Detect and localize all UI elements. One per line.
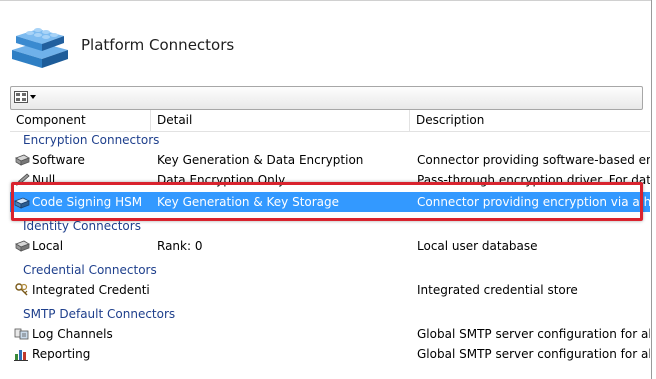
detail-cell: Key Generation & Data Encryption [157,153,364,167]
page-header: Platform Connectors [0,0,651,80]
component-cell: Local [14,236,150,256]
connectors-list: Component Detail Description Encryption … [10,110,650,379]
bar-chart-icon [14,347,30,361]
list-item-local[interactable]: Local Rank: 0 Local user database [10,236,650,256]
selection-highlight-box [11,182,643,221]
list-toolbar [10,86,643,110]
group-header-encryption: Encryption Connectors [10,130,650,150]
component-name: Log Channels [32,327,113,341]
detail-cell: Rank: 0 [157,239,203,253]
component-name: Software [32,153,85,167]
grid-view-icon [14,91,28,106]
component-name: Local [32,239,64,253]
group-header-smtp: SMTP Default Connectors [10,304,650,324]
window-right-border [651,0,652,379]
building-blocks-logo-icon [8,20,72,70]
column-header-detail[interactable]: Detail [151,110,409,131]
column-header-row: Component Detail Description [10,110,650,132]
page-title: Platform Connectors [81,36,235,54]
group-label: Credential Connectors [23,263,157,277]
description-cell: Connector providing software-based encry [417,153,650,167]
group-label: Encryption Connectors [23,133,160,147]
component-cell: Software [14,150,150,170]
chevron-down-icon [30,95,36,99]
keys-icon [14,283,30,297]
description-cell: Integrated credential store [417,283,578,297]
disk-drive-icon [14,239,30,253]
component-name: Integrated Credentials [32,283,150,297]
group-header-credential: Credential Connectors [10,260,650,280]
component-cell: Reporting [14,344,150,364]
description-cell: Local user database [417,239,538,253]
view-options-button[interactable] [14,90,38,105]
log-channels-icon [14,327,30,341]
group-label: SMTP Default Connectors [23,307,176,321]
component-cell: Log Channels [14,324,150,344]
list-item-software[interactable]: Software Key Generation & Data Encryptio… [10,150,650,170]
description-cell: Global SMTP server configuration for all… [417,347,650,361]
list-item-reporting[interactable]: Reporting Global SMTP server configurati… [10,344,650,364]
list-item-log-channels[interactable]: Log Channels Global SMTP server configur… [10,324,650,344]
column-header-description[interactable]: Description [410,110,650,131]
component-cell: Integrated Credentials [14,280,150,300]
list-item-integrated-credentials[interactable]: Integrated Credentials Integrated creden… [10,280,650,300]
component-name: Reporting [32,347,91,361]
disk-drive-icon [14,153,30,167]
column-header-component[interactable]: Component [10,110,150,131]
description-cell: Global SMTP server configuration for all… [417,327,650,341]
